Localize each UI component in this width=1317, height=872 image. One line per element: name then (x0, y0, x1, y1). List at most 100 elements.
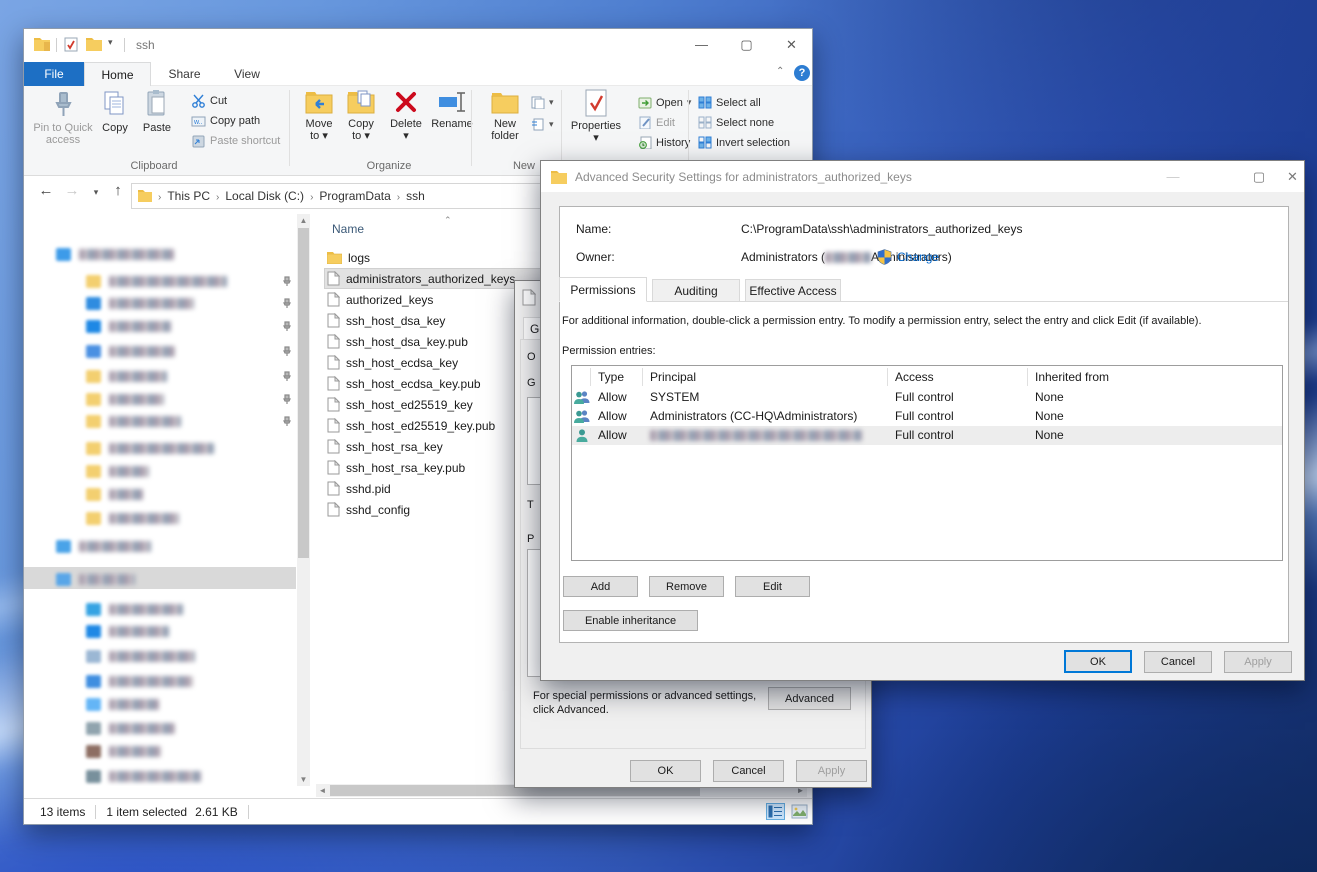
file-row[interactable]: administrators_authorized_keys (327, 268, 515, 289)
sidebar-item-redacted[interactable] (86, 671, 193, 691)
breadcrumb-segment[interactable]: Local Disk (C:) (221, 189, 308, 203)
enable-inheritance-button[interactable]: Enable inheritance (563, 610, 698, 631)
file-row[interactable]: ssh_host_dsa_key.pub (327, 331, 468, 352)
sidebar-item-redacted[interactable] (86, 461, 149, 481)
select-none-button[interactable]: Select none (698, 114, 774, 131)
properties-advanced-button[interactable]: Advanced (768, 687, 851, 710)
paste-shortcut-button[interactable]: Paste shortcut (191, 132, 280, 149)
easy-access-button[interactable]: ▾ (531, 116, 554, 133)
sidebar-item-redacted[interactable] (56, 244, 174, 264)
tab-view[interactable]: View (218, 62, 276, 86)
file-row[interactable]: ssh_host_ed25519_key.pub (327, 415, 495, 436)
thumbnail-view-button[interactable] (790, 803, 809, 820)
sidebar-item-redacted[interactable] (86, 599, 183, 619)
forward-button[interactable]: → (62, 182, 82, 199)
pin-quick-access-button[interactable]: Pin to Quick access (32, 89, 94, 157)
scroll-left-icon[interactable]: ◄ (316, 784, 329, 797)
sidebar-item-redacted[interactable] (86, 293, 194, 313)
delete-button[interactable]: Delete▾ (386, 89, 426, 157)
properties-cancel-button[interactable]: Cancel (713, 760, 784, 782)
cancel-button[interactable]: Cancel (1144, 651, 1212, 673)
close-button[interactable]: ✕ (769, 29, 814, 60)
minimize-button[interactable]: — (679, 29, 724, 60)
up-button[interactable]: ↑ (108, 182, 128, 199)
column-header-principal[interactable]: Principal (650, 366, 696, 388)
qat-properties-icon[interactable] (64, 37, 78, 52)
file-row[interactable]: ssh_host_ecdsa_key (327, 352, 458, 373)
sidebar-item-redacted[interactable] (86, 694, 159, 714)
properties-ok-button[interactable]: OK (630, 760, 701, 782)
file-row[interactable]: ssh_host_rsa_key.pub (327, 457, 465, 478)
breadcrumb-segment[interactable]: This PC (163, 189, 214, 203)
properties-button[interactable]: Properties▾ (569, 89, 623, 157)
column-header-inherited-from[interactable]: Inherited from (1035, 366, 1109, 388)
move-to-button[interactable]: Move to ▾ (301, 89, 337, 157)
qat-new-folder-icon[interactable] (86, 37, 102, 51)
sidebar-item-redacted[interactable] (86, 366, 167, 386)
file-row[interactable]: logs (327, 247, 370, 268)
copy-to-button[interactable]: Copy to ▾ (343, 89, 379, 157)
dialog-close-button[interactable]: ✕ (1279, 161, 1306, 192)
column-header-name[interactable]: Name (332, 222, 364, 236)
sidebar-item-redacted[interactable] (86, 316, 171, 336)
select-all-button[interactable]: Select all (698, 94, 761, 111)
file-row[interactable]: ssh_host_ecdsa_key.pub (327, 373, 481, 394)
tab-file[interactable]: File (24, 62, 84, 86)
edit-entry-button[interactable]: Edit (735, 576, 810, 597)
sidebar-item-redacted[interactable] (86, 389, 164, 409)
file-row[interactable]: sshd.pid (327, 478, 391, 499)
scroll-down-icon[interactable]: ▼ (297, 773, 310, 786)
remove-button[interactable]: Remove (649, 576, 724, 597)
file-row[interactable]: authorized_keys (327, 289, 433, 310)
sidebar-item-redacted[interactable] (86, 271, 227, 291)
new-folder-button[interactable]: New folder (481, 89, 529, 157)
sidebar-item-redacted[interactable] (86, 718, 175, 738)
sidebar-item-redacted[interactable] (86, 621, 169, 641)
rename-button[interactable]: Rename (429, 89, 475, 157)
sidebar-item-redacted[interactable] (86, 484, 143, 504)
tab-auditing[interactable]: Auditing (652, 279, 740, 302)
invert-selection-button[interactable]: Invert selection (698, 134, 790, 151)
sidebar-item-redacted[interactable] (86, 766, 201, 786)
sidebar-item-redacted[interactable] (86, 438, 214, 458)
maximize-button[interactable]: ▢ (724, 29, 769, 60)
recent-locations-icon[interactable]: ▾ (86, 187, 106, 198)
file-row[interactable]: ssh_host_dsa_key (327, 310, 445, 331)
breadcrumb-segment[interactable]: ssh (402, 189, 429, 203)
scroll-up-icon[interactable]: ▲ (297, 214, 310, 227)
column-header-type[interactable]: Type (598, 366, 624, 388)
new-item-button[interactable]: ▾ (531, 94, 554, 111)
history-button[interactable]: History (638, 134, 690, 151)
sidebar-item-redacted[interactable] (56, 536, 151, 556)
copy-button[interactable]: Copy (96, 89, 134, 157)
sidebar-item-redacted[interactable] (86, 341, 175, 361)
add-button[interactable]: Add (563, 576, 638, 597)
sidebar-item-redacted[interactable] (86, 508, 179, 528)
tab-effective-access[interactable]: Effective Access (745, 279, 841, 302)
sidebar-item-redacted[interactable] (86, 741, 161, 761)
details-view-button[interactable] (766, 803, 785, 820)
file-row[interactable]: sshd_config (327, 499, 410, 520)
sidebar-item-redacted[interactable] (56, 569, 135, 589)
change-owner-link[interactable]: Change (897, 250, 939, 264)
sidebar-item-redacted[interactable] (86, 646, 195, 666)
cut-button[interactable]: Cut (191, 92, 227, 109)
help-icon[interactable]: ? (794, 65, 810, 81)
ribbon-collapse-icon[interactable]: ⌃ (776, 66, 784, 77)
file-row[interactable]: ssh_host_rsa_key (327, 436, 443, 457)
breadcrumb-segment[interactable]: ProgramData (315, 189, 394, 203)
nav-scrollbar-thumb[interactable] (298, 228, 309, 558)
edit-button[interactable]: Edit (638, 114, 675, 131)
sidebar-item-redacted[interactable] (86, 411, 181, 431)
open-button[interactable]: Open ▾ (638, 94, 691, 111)
permission-entry-row[interactable]: AllowAdministrators (CC-HQ\Administrator… (572, 407, 1282, 426)
file-row[interactable]: ssh_host_ed25519_key (327, 394, 473, 415)
permission-entry-row[interactable]: AllowSYSTEMFull controlNone (572, 388, 1282, 407)
tab-share[interactable]: Share (151, 62, 218, 86)
tab-permissions[interactable]: Permissions (559, 277, 647, 302)
copy-path-button[interactable]: w.. Copy path (191, 112, 260, 129)
column-header-access[interactable]: Access (895, 366, 934, 388)
qat-dropdown-icon[interactable]: ▾ (108, 37, 113, 48)
dialog-maximize-button[interactable]: ▢ (1239, 161, 1279, 192)
tab-home[interactable]: Home (84, 62, 151, 86)
